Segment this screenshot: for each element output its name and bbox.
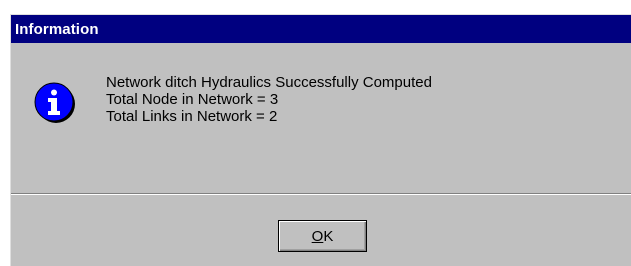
message-line: Total Node in Network = 3 [106,91,279,108]
information-icon [34,82,75,123]
information-dialog: Information Network ditch Hydraulics Suc… [10,14,631,266]
ok-button[interactable]: OK [278,220,367,252]
separator [11,193,631,195]
message-line: Network ditch Hydraulics Successfully Co… [106,74,432,91]
dialog-titlebar[interactable]: Information [11,15,631,43]
ok-button-label: OK [311,227,334,245]
dialog-title: Information [15,20,99,38]
message-text: Network ditch Hydraulics Successfully Co… [106,74,432,125]
message-line: Total Links in Network = 2 [106,108,278,125]
